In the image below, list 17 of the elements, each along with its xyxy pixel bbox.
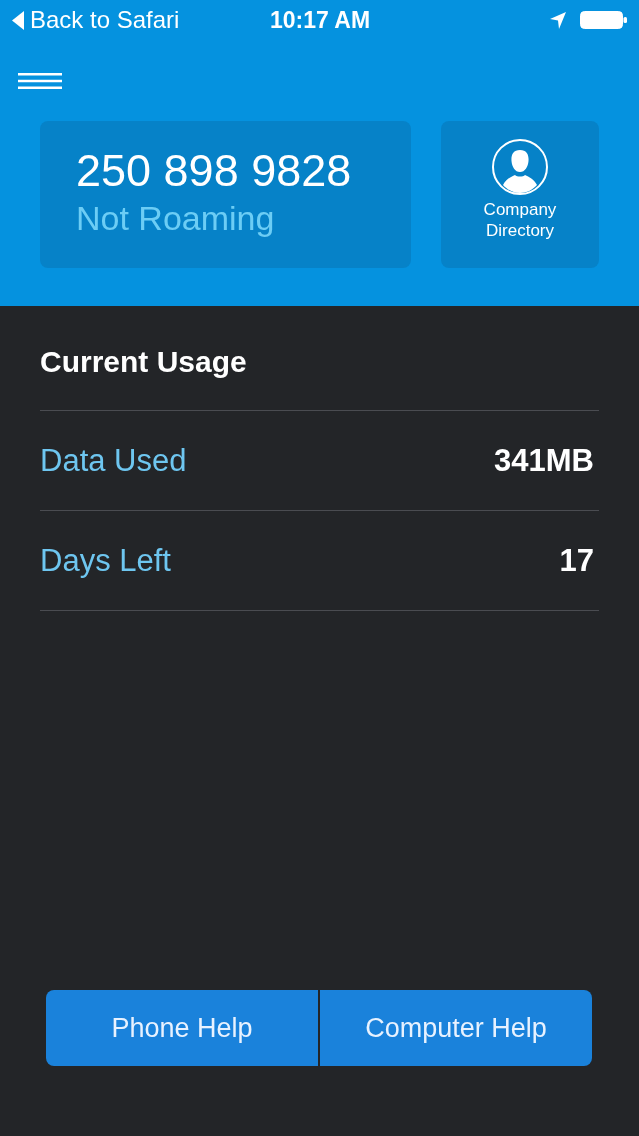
phone-number: 250 898 9828: [76, 147, 352, 195]
usage-label: Days Left: [40, 542, 171, 579]
back-triangle-icon: [12, 10, 24, 30]
help-button[interactable]: Computer Help: [320, 990, 592, 1066]
company-directory-button[interactable]: Company Directory: [441, 121, 599, 268]
roaming-status: Not Roaming: [76, 198, 275, 238]
usage-value: 341MB: [494, 442, 594, 479]
menu-icon[interactable]: [18, 72, 62, 89]
back-to-safari-link[interactable]: Back to Safari: [12, 6, 180, 34]
current-usage-title: Current Usage: [40, 344, 247, 380]
battery-icon: [580, 11, 627, 29]
usage-label: Data Used: [40, 442, 187, 479]
help-button[interactable]: Phone Help: [46, 990, 318, 1066]
usage-value: 17: [559, 542, 594, 579]
location-arrow-icon: [550, 11, 566, 29]
person-icon: [492, 139, 548, 195]
status-time: 10:17 AM: [270, 6, 371, 34]
